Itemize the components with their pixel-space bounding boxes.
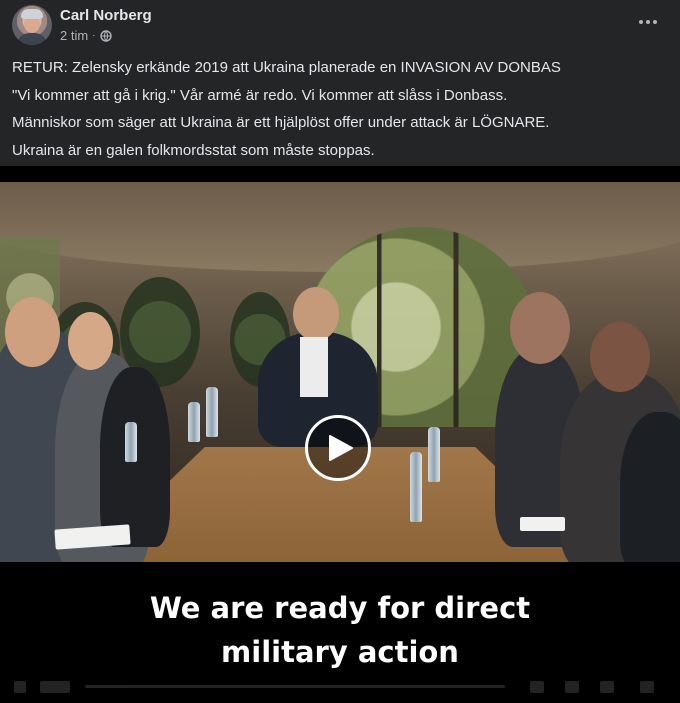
post-text-line: Människor som säger att Ukraina är ett h… [12, 114, 550, 131]
play-icon [328, 435, 353, 461]
post-text-line: RETUR: Zelensky erkände 2019 att Ukraina… [12, 59, 561, 76]
post-text: RETUR: Zelensky erkände 2019 att Ukraina… [12, 54, 668, 164]
post-text-line: Ukraina är en galen folkmordsstat som må… [12, 141, 375, 159]
more-options-button[interactable] [634, 10, 662, 34]
subtitle-line: military action [221, 635, 459, 669]
video-frame[interactable] [0, 182, 680, 562]
post-text-line: "Vi kommer att gå i krig." Vår armé är r… [12, 86, 508, 104]
video-controls[interactable] [0, 673, 680, 703]
post-timestamp[interactable]: 2 tim [60, 28, 88, 43]
author-avatar[interactable] [12, 5, 52, 45]
post-header: Carl Norberg 2 tim · [0, 0, 680, 52]
subtitle-line: We are ready for direct [149, 591, 531, 625]
post-meta: 2 tim · [60, 28, 112, 43]
video-player[interactable]: We are ready for direct military action [0, 166, 680, 703]
play-button[interactable] [305, 415, 371, 481]
author-name[interactable]: Carl Norberg [60, 7, 152, 24]
globe-icon[interactable] [99, 29, 112, 42]
meta-separator: · [92, 30, 96, 41]
video-subtitle: We are ready for direct military action [0, 586, 680, 674]
